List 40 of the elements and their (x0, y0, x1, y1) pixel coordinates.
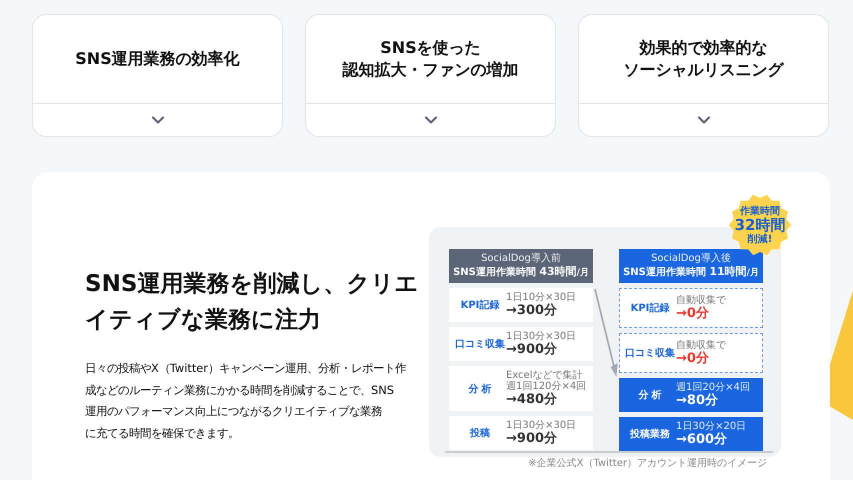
task-time: →600分 (676, 432, 728, 447)
task-label: 口コミ収集 (454, 338, 506, 351)
header-total: SNS運用作業時間 11時間/月 (623, 265, 759, 280)
task-label: 口コミ収集 (624, 346, 676, 360)
task-note: 1日30分×30日 (506, 331, 576, 342)
header-caption: SocialDog導入前 (481, 252, 561, 265)
task-time: →900分 (506, 431, 558, 446)
task-time: →0分 (676, 306, 710, 321)
task-note: Excelなどで集計 (506, 370, 584, 381)
task-time: →480分 (506, 392, 558, 407)
task-time: →900分 (506, 342, 558, 357)
card-title: 効果的で効率的な ソーシャルリスニング (622, 37, 785, 81)
arrow-icon (593, 287, 619, 379)
task-label: 投稿業務 (628, 428, 671, 441)
badge-caption: 削減! (748, 234, 772, 244)
task-note: 自動収集で (676, 295, 726, 306)
task-label: KPI記録 (630, 302, 670, 315)
task-note: 1日30分×30日 (506, 420, 576, 431)
task-note: 週1回120分×4回 (506, 381, 586, 392)
feature-heading: SNS運用業務を削減し、クリエ イティブな業務に注力 (85, 270, 418, 335)
header-caption: SocialDog導入後 (651, 252, 731, 265)
starburst-badge (729, 195, 791, 255)
feature-description: 日々の投稿やX（Twitter）キャンペーン運用、分析・レポート作 成などのルーティン業務にかかる時間を削減することで、SNS 運用のパフォーマンス向上につながるクリエイティブな業務 に充てる時間を確保できます。 (85, 360, 406, 442)
task-time: →300分 (506, 303, 558, 318)
task-label: 分 析 (467, 382, 493, 396)
task-note: 自動収集で (676, 340, 726, 351)
diagram-note: ※企業公式X（Twitter）アカウント運用時のイメージ (527, 456, 767, 470)
header-total: SNS運用作業時間 43時間/月 (453, 265, 589, 280)
task-note: 1日10分×30日 (506, 292, 576, 303)
task-label: KPI記録 (460, 298, 500, 312)
badge-caption: 作業時間 (740, 206, 780, 216)
card-title: SNS運用業務の効率化 (74, 48, 241, 70)
task-label: 分 析 (637, 388, 663, 402)
badge-hours: 32時間 (734, 216, 786, 234)
task-time: →0分 (676, 351, 710, 366)
task-note: 1日30分×20日 (676, 421, 746, 432)
task-note: 週1回20分×4回 (676, 382, 750, 393)
task-time: →80分 (676, 393, 719, 408)
task-label: 投稿 (468, 426, 491, 440)
card-title: SNSを使った 認知拡大・ファンの増加 (341, 37, 520, 81)
